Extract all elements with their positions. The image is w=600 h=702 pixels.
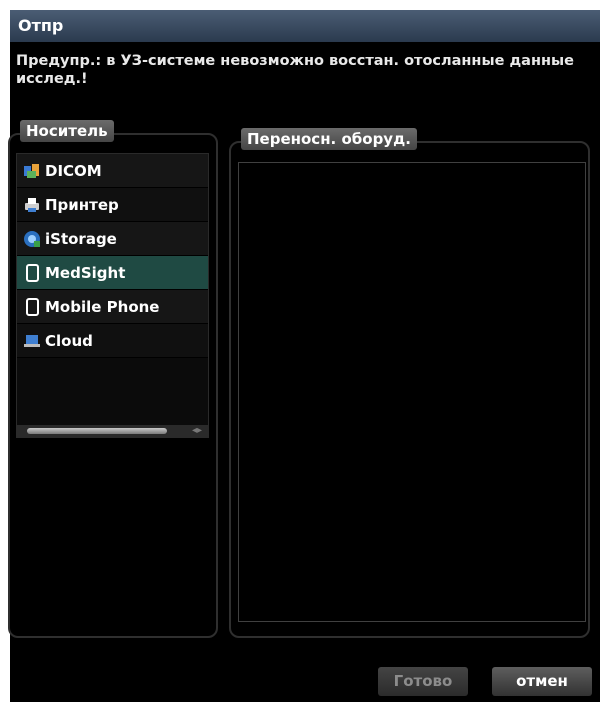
- media-item-label: Mobile Phone: [45, 297, 160, 316]
- cancel-button[interactable]: отмен: [492, 667, 592, 696]
- media-group-label: Носитель: [20, 120, 114, 142]
- done-button[interactable]: Готово: [378, 667, 468, 696]
- media-item-label: MedSight: [45, 263, 126, 282]
- printer-icon: [23, 196, 41, 214]
- media-item-label: DICOM: [45, 161, 102, 180]
- media-item-printer[interactable]: Принтер: [17, 188, 208, 222]
- warning-text: Предупр.: в УЗ-системе невозможно восста…: [16, 53, 574, 87]
- dialog-title: Отпр: [10, 10, 600, 42]
- media-list-scrollbar[interactable]: ◂▸: [17, 425, 208, 437]
- scroll-arrows-icon[interactable]: ◂▸: [192, 425, 202, 437]
- cloud-laptop-icon: [23, 332, 41, 350]
- media-item-dicom[interactable]: DICOM: [17, 154, 208, 188]
- media-item-mobile-phone[interactable]: Mobile Phone: [17, 290, 208, 324]
- device-group-label: Переносн. оборуд.: [241, 128, 417, 150]
- device-list[interactable]: [238, 162, 586, 622]
- dicom-network-icon: [23, 162, 41, 180]
- media-item-label: Cloud: [45, 331, 93, 350]
- media-item-medsight[interactable]: MedSight: [17, 256, 208, 290]
- media-list[interactable]: DICOM Принтер iStorage MedSight Mobile P…: [16, 153, 209, 438]
- media-item-cloud[interactable]: Cloud: [17, 324, 208, 358]
- media-item-label: iStorage: [45, 229, 117, 248]
- media-item-label: Принтер: [45, 195, 119, 214]
- scrollbar-thumb[interactable]: [27, 428, 167, 434]
- tablet-icon: [23, 263, 41, 282]
- media-item-istorage[interactable]: iStorage: [17, 222, 208, 256]
- istorage-icon: [23, 230, 41, 248]
- mobile-phone-icon: [23, 297, 41, 316]
